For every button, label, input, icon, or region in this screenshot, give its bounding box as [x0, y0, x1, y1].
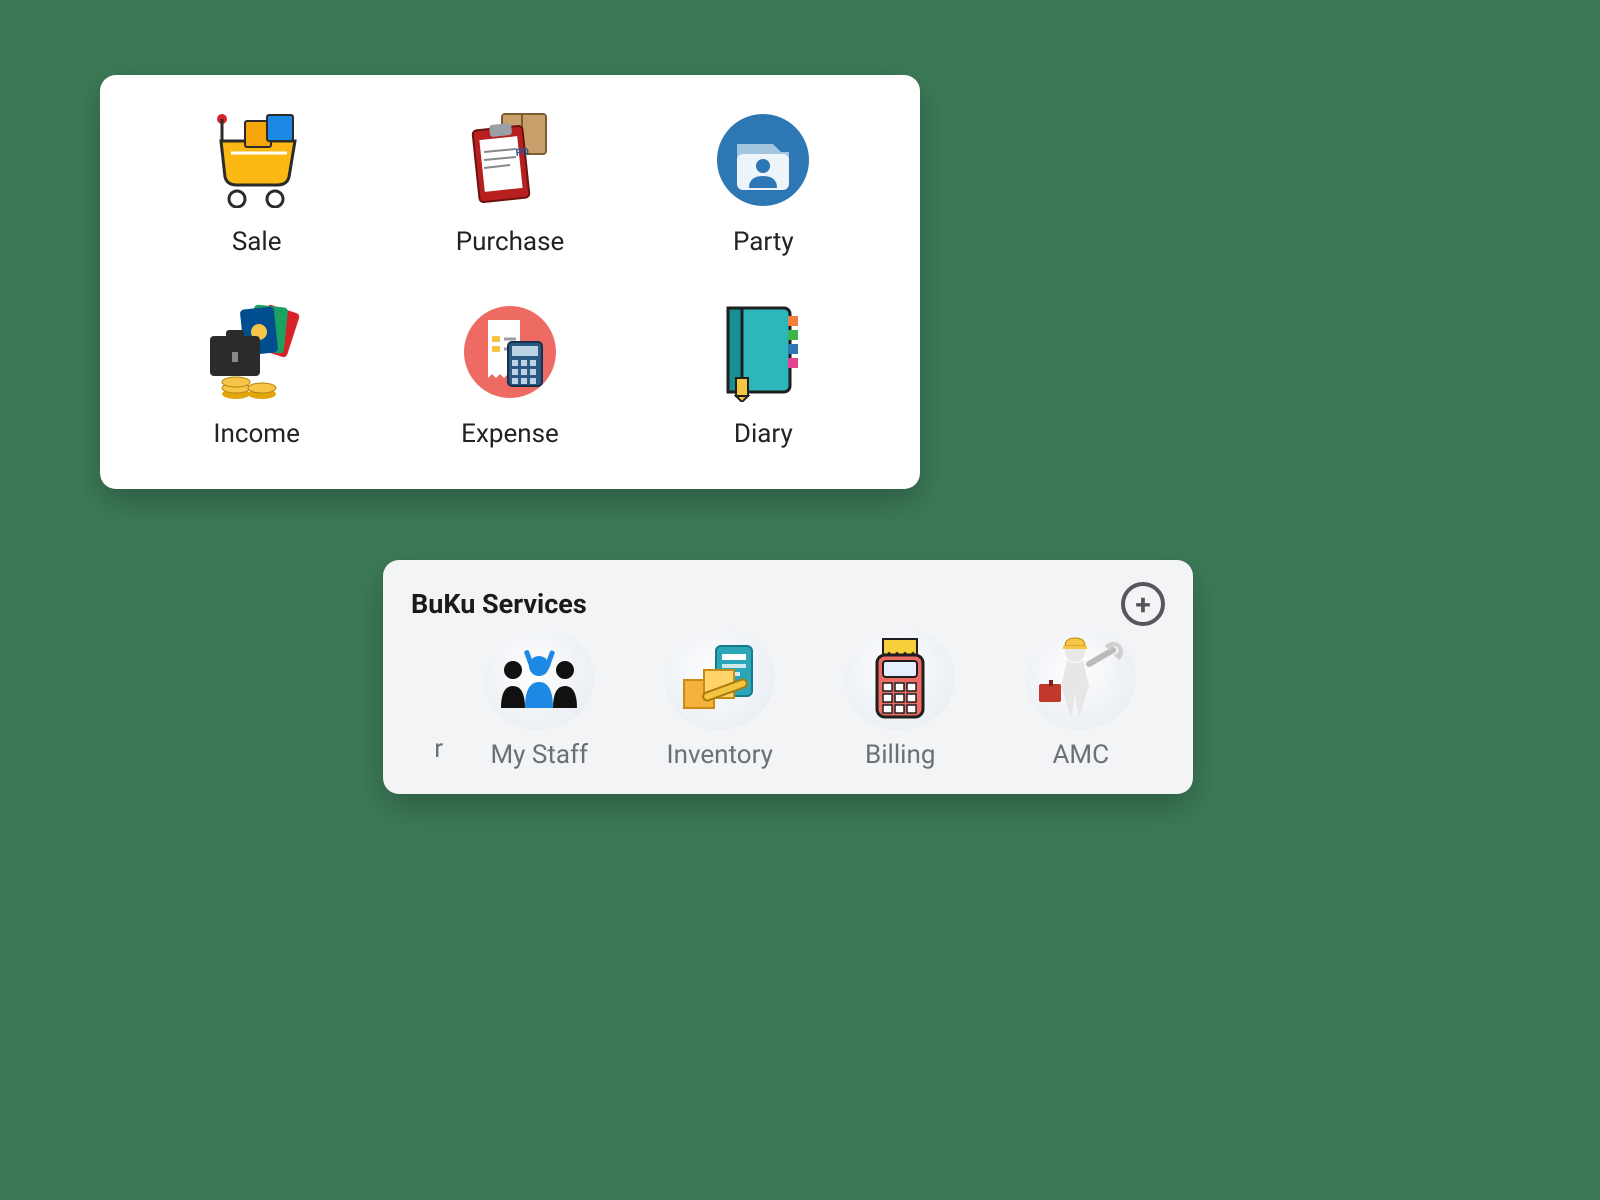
service-inventory[interactable]: Inventory	[636, 630, 805, 770]
tile-label: Sale	[232, 227, 282, 257]
worker-icon	[1026, 630, 1136, 730]
team-icon	[484, 630, 594, 730]
cart-icon	[202, 105, 312, 215]
plus-icon: +	[1135, 588, 1150, 621]
money-briefcase-icon	[202, 297, 312, 407]
service-my-staff[interactable]: My Staff	[455, 630, 624, 770]
main-actions-card: Sale PO Purchase	[100, 75, 920, 489]
tile-label: Purchase	[456, 227, 565, 257]
service-amc[interactable]: AMC	[997, 630, 1166, 770]
tile-party[interactable]: Party	[637, 105, 890, 257]
services-row: r My Staff	[411, 630, 1165, 770]
tile-diary[interactable]: Diary	[637, 297, 890, 449]
services-overflow-left: r	[411, 734, 443, 770]
tile-expense[interactable]: Expense	[383, 297, 636, 449]
services-header: BuKu Services +	[411, 582, 1165, 626]
tile-label: Expense	[461, 419, 559, 449]
tile-label: Income	[213, 419, 299, 449]
inventory-icon	[665, 630, 775, 730]
contact-folder-icon	[708, 105, 818, 215]
tile-label: Diary	[734, 419, 793, 449]
service-label: My Staff	[490, 740, 588, 770]
tile-label: Party	[733, 227, 794, 257]
service-label: Inventory	[667, 740, 773, 770]
service-label: Billing	[865, 740, 935, 770]
notebook-icon	[708, 297, 818, 407]
add-service-button[interactable]: +	[1121, 582, 1165, 626]
pos-icon	[845, 630, 955, 730]
main-grid: Sale PO Purchase	[130, 105, 890, 449]
tile-sale[interactable]: Sale	[130, 105, 383, 257]
clipboard-box-icon: PO	[455, 105, 565, 215]
svg-text:PO: PO	[515, 147, 530, 159]
services-title: BuKu Services	[411, 588, 587, 620]
receipt-calc-icon	[455, 297, 565, 407]
tile-purchase[interactable]: PO Purchase	[383, 105, 636, 257]
tile-income[interactable]: Income	[130, 297, 383, 449]
service-label: AMC	[1052, 740, 1109, 770]
service-billing[interactable]: Billing	[816, 630, 985, 770]
services-card: BuKu Services + r	[383, 560, 1193, 794]
